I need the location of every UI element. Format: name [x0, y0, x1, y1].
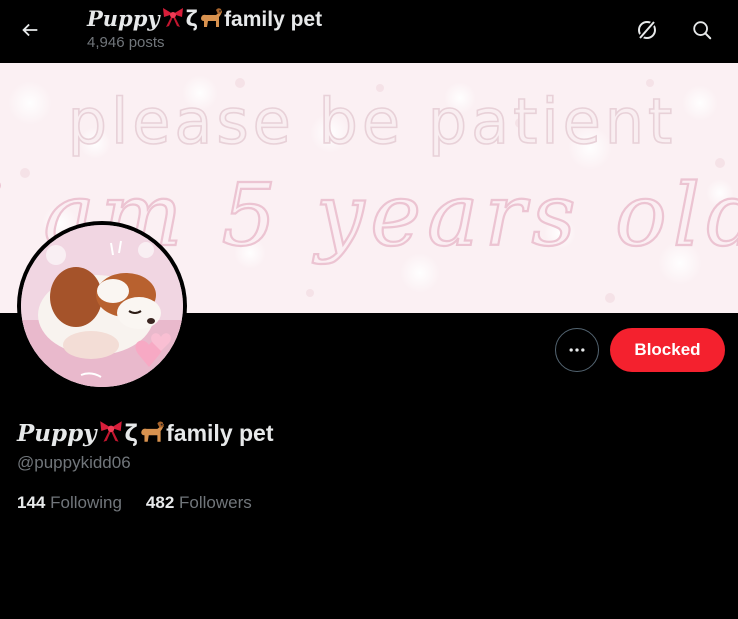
- ribbon-emoji-icon: [99, 421, 122, 442]
- following-count: 144: [17, 493, 46, 512]
- profile-avatar[interactable]: [17, 221, 187, 391]
- banner-text-line1: please be patient: [68, 85, 677, 158]
- header-title-suffix: family pet: [224, 8, 323, 31]
- more-options-button[interactable]: [555, 328, 599, 372]
- display-name-prefix: Puppy: [17, 420, 97, 447]
- post-count: 4,946 posts: [87, 34, 165, 51]
- header-title-prefix: Puppy: [87, 6, 160, 31]
- following-link[interactable]: 144 Following: [17, 493, 122, 513]
- followers-link[interactable]: 482 Followers: [146, 493, 252, 513]
- blocked-button[interactable]: Blocked: [610, 328, 725, 372]
- followers-label: Followers: [179, 493, 252, 512]
- profile-display-name: Puppy ζ family pet: [17, 418, 274, 449]
- following-label: Following: [50, 493, 122, 512]
- followers-count: 482: [145, 493, 175, 512]
- ribbon-emoji-icon: [162, 8, 183, 27]
- profile-handle: @puppykidd06: [17, 453, 131, 472]
- search-button[interactable]: [684, 12, 720, 48]
- header-title: Puppy ζ family pet: [87, 5, 322, 34]
- puppy-avatar-image: [21, 225, 183, 387]
- dog-emoji-icon: [201, 8, 223, 27]
- display-name-zeta: ζ: [124, 421, 139, 447]
- header-title-zeta: ζ: [185, 7, 199, 31]
- search-icon: [693, 21, 712, 40]
- grok-button[interactable]: [629, 12, 665, 48]
- display-name-suffix: family pet: [166, 420, 274, 446]
- top-bar: Puppy ζ family pet 4,946 posts: [0, 0, 738, 63]
- grok-icon: [637, 19, 657, 41]
- header-title-group: Puppy ζ family pet 4,946 posts: [87, 5, 322, 52]
- arrow-left-icon: [22, 23, 38, 37]
- more-horizontal-icon: [569, 348, 585, 352]
- dog-emoji-icon: [141, 421, 164, 442]
- back-button[interactable]: [12, 12, 48, 48]
- profile-stats: 144 Following 482 Followers: [17, 493, 252, 513]
